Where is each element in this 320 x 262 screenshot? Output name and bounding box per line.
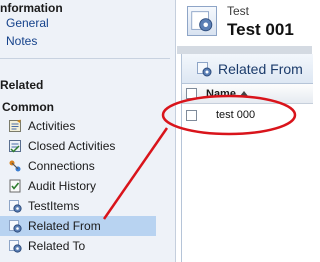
nav-item-label: Closed Activities [28,139,116,153]
left-navigation-pane: nformation General Notes Related Common … [0,0,176,262]
related-section-heading: Related [0,78,44,92]
entity-gear-icon [9,200,22,213]
panel-title: Related From [218,60,303,77]
entity-gear-icon [187,6,217,36]
grid-header-row: Name [182,84,313,104]
nav-link-general[interactable]: General [6,16,49,30]
header-divider [177,46,312,54]
nav-item-related-from[interactable]: Related From [0,216,156,236]
common-group-heading: Common [2,100,54,114]
entity-gear-icon [197,61,212,76]
record-title: Test 001 [227,20,294,39]
nav-item-label: Related From [28,219,101,233]
nav-item-closed-activities[interactable]: Closed Activities [0,136,156,156]
activities-icon [9,119,21,132]
information-section-heading: nformation [0,1,63,15]
related-records-panel: Related From Name test 000 [181,54,313,262]
entity-gear-icon [9,240,22,253]
divider [0,58,170,59]
entity-gear-icon [9,220,22,233]
nav-item-label: Activities [28,119,76,133]
row-checkbox[interactable] [186,109,197,121]
connections-icon [9,160,21,172]
record-header: Test Test 001 [177,0,312,46]
nav-item-related-to[interactable]: Related To [0,236,156,256]
record-content-area: Test Test 001 Related From Name test 000 [177,0,313,262]
panel-title-bar: Related From [182,54,313,84]
audit-history-icon [9,179,21,193]
closed-activities-icon [9,140,21,153]
nav-item-label: Audit History [28,179,97,193]
column-header-name[interactable]: Name [206,88,236,100]
nav-item-label: Related To [28,239,86,253]
nav-item-label: Connections [28,159,95,173]
nav-item-connections[interactable]: Connections [0,156,156,176]
nav-item-testitems[interactable]: TestItems [0,196,156,216]
record-entity-type: Test [227,4,250,18]
nav-item-activities[interactable]: Activities [0,116,156,136]
table-row[interactable]: test 000 [182,104,313,126]
select-all-checkbox[interactable] [186,88,197,99]
nav-item-label: TestItems [28,199,80,213]
sort-ascending-icon [239,91,248,96]
nav-link-notes[interactable]: Notes [6,34,37,48]
nav-item-audit-history[interactable]: Audit History [0,176,156,196]
row-name-cell[interactable]: test 000 [216,109,255,121]
